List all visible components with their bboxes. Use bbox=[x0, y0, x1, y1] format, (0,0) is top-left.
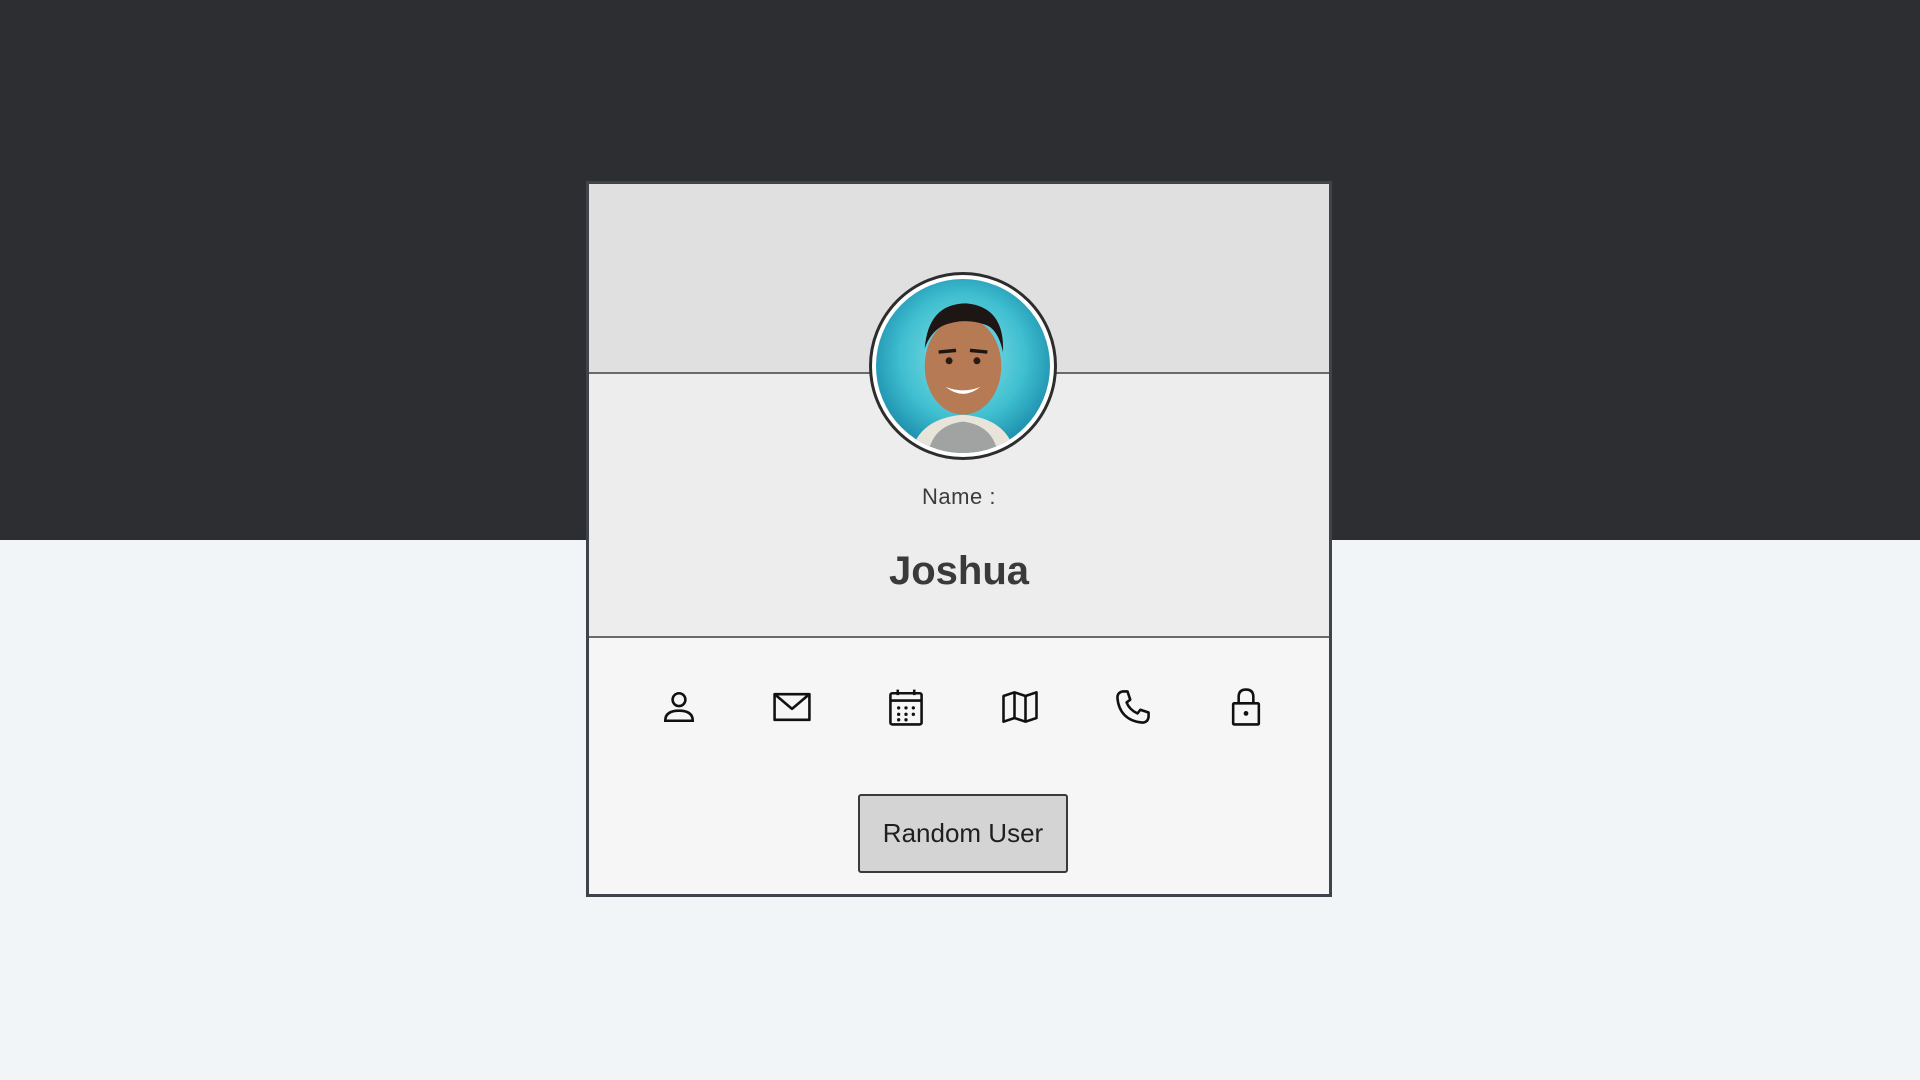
avatar-image bbox=[876, 279, 1050, 453]
mail-icon[interactable] bbox=[762, 677, 822, 737]
phone-icon[interactable] bbox=[1103, 677, 1163, 737]
lock-icon[interactable] bbox=[1216, 677, 1276, 737]
random-user-button[interactable]: Random User bbox=[858, 794, 1068, 873]
name-label: Name : bbox=[922, 484, 996, 509]
avatar bbox=[869, 272, 1057, 460]
info-icon-row bbox=[589, 677, 1329, 737]
user-icon[interactable] bbox=[649, 677, 709, 737]
name-value: Joshua bbox=[888, 549, 1030, 593]
profile-card: Name : Joshua Random User bbox=[586, 181, 1332, 897]
map-icon[interactable] bbox=[990, 677, 1050, 737]
calendar-icon[interactable] bbox=[876, 677, 936, 737]
